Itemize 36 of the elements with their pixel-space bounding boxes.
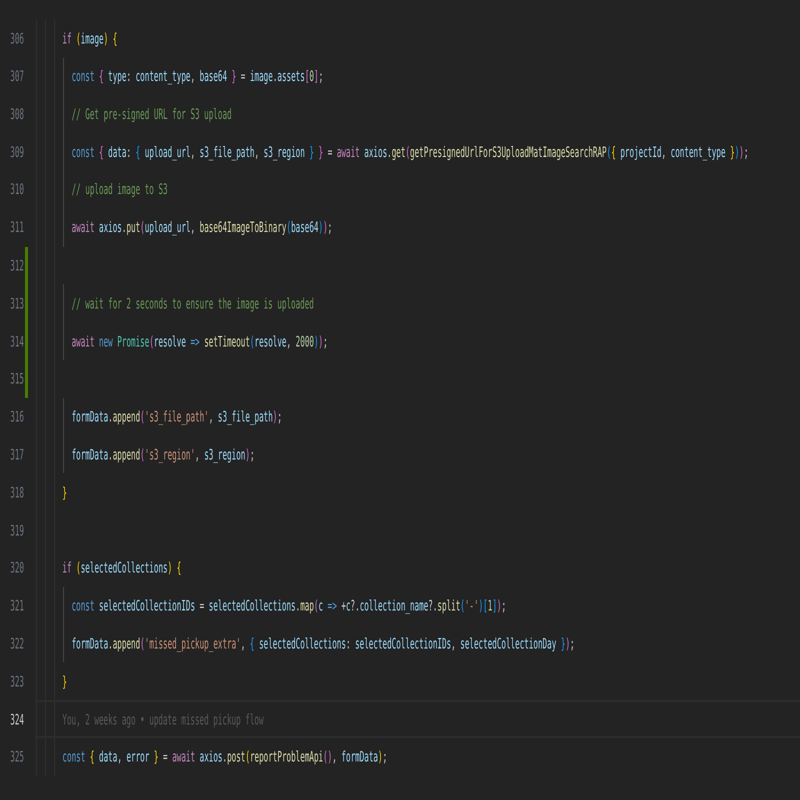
line-number: 308 <box>9 106 24 123</box>
code-line: if (selectedCollections) { <box>61 559 182 576</box>
code-line: const { data: { upload_url, s3_file_path, s3_region } } = await axios.get(getPresignedUrlForS3UploadMatImageSearchRAP({ projectId, content_type })); <box>70 144 748 161</box>
code-line: await axios.put(upload_url, base64ImageToBinary(base64)); <box>70 219 332 236</box>
line-number: 314 <box>9 332 24 350</box>
line-number: 319 <box>9 522 24 539</box>
line-number: 325 <box>9 748 24 766</box>
line-number: 306 <box>9 30 24 48</box>
code-line: const selectedCollectionIDs = selectedCollections.map(c => +c?.collection_name?.split('-')[1]); <box>70 597 506 614</box>
code-line: // wait for 2 seconds to ensure the image is uploaded <box>70 294 314 312</box>
line-number: 313 <box>9 294 24 312</box>
code-line: } <box>61 484 68 501</box>
line-number: 320 <box>9 559 24 576</box>
code-line: // Get pre-signed URL for S3 upload <box>70 106 232 123</box>
code-line: } <box>61 672 68 690</box>
line-number: 312 <box>9 256 24 274</box>
code-line: formData.append('missed_pickup_extra', { selectedCollections: selectedCollectionIDs, selectedCollectionDay }); <box>70 634 575 652</box>
line-number: 318 <box>9 484 24 501</box>
code-line: formData.append('s3_region', s3_region); <box>70 446 255 463</box>
code-line: await new Promise(resolve => setTimeout(resolve, 2000)); <box>70 332 328 350</box>
line-number: 321 <box>9 597 24 614</box>
line-number: 307 <box>9 68 24 86</box>
code-line: const { type: content_type, base64 } = image.assets[0]; <box>70 68 324 86</box>
line-number: 315 <box>9 370 24 388</box>
code-line: if (image) { <box>61 30 118 48</box>
line-number: 317 <box>9 446 24 463</box>
line-number: 311 <box>9 219 24 236</box>
code-line: const { data, error } = await axios.post(reportProblemApi(), formData); <box>61 748 388 766</box>
code-line: // upload image to S3 <box>70 181 168 198</box>
line-number: 323 <box>9 672 24 690</box>
code-line: formData.append('s3_file_path', s3_file_path); <box>70 408 282 426</box>
line-number: 324 <box>9 710 24 728</box>
line-number: 310 <box>9 181 24 198</box>
line-number: 322 <box>9 634 24 652</box>
line-number: 316 <box>9 408 24 426</box>
line-number: 309 <box>9 144 24 161</box>
